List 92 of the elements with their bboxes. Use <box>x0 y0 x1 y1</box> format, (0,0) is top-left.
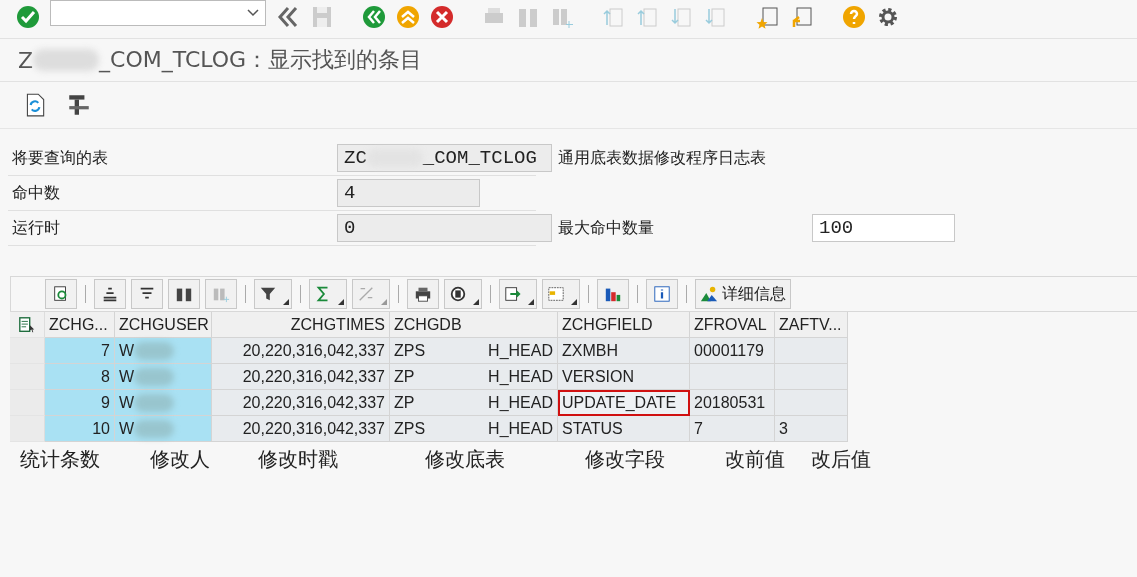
caret-icon <box>247 9 259 17</box>
tools-icon[interactable] <box>66 92 92 118</box>
views-button[interactable] <box>444 279 482 309</box>
column-header[interactable]: ZCHGFIELD <box>558 312 690 338</box>
shortcut-icon[interactable] <box>790 5 814 29</box>
dropdown-arrow-icon <box>283 299 289 305</box>
table-cell: W <box>115 338 212 364</box>
table-cell: 20180531 <box>690 390 775 416</box>
sum-button[interactable] <box>309 279 347 309</box>
column-header[interactable]: ZFROVAL <box>690 312 775 338</box>
select-all-icon[interactable] <box>18 315 36 334</box>
dropdown-arrow-icon <box>381 299 387 305</box>
table-cell: 00001179 <box>690 338 775 364</box>
table-cell: 10 <box>45 416 115 442</box>
filter-button[interactable] <box>254 279 292 309</box>
double-chevron-icon[interactable] <box>276 5 300 29</box>
details-button[interactable]: 详细信息 <box>695 279 791 309</box>
table-cell: VERSION <box>558 364 690 390</box>
find-button[interactable] <box>168 279 200 309</box>
annotation-text: 改后值 <box>811 446 871 473</box>
command-field[interactable] <box>50 0 266 26</box>
print-button[interactable] <box>407 279 439 309</box>
table-description: 通用底表数据修改程序日志表 <box>558 147 766 169</box>
printer-icon <box>414 285 432 303</box>
table-name-field[interactable]: ZC _COM_TCLOG <box>337 144 552 172</box>
export-icon <box>504 285 522 303</box>
annotation-text: 改前值 <box>725 446 785 473</box>
hit-count-field[interactable]: 4 <box>337 179 480 207</box>
up-icon[interactable] <box>396 5 420 29</box>
chart-button[interactable] <box>597 279 629 309</box>
table-cell: 3 <box>775 416 848 442</box>
find-next-button[interactable] <box>205 279 237 309</box>
table-cell: 9 <box>45 390 115 416</box>
subtotal-icon <box>357 285 375 303</box>
views-icon <box>449 285 467 303</box>
table-cell: W <box>115 390 212 416</box>
layout-button[interactable] <box>542 279 580 309</box>
table-cell: 7 <box>45 338 115 364</box>
column-header[interactable]: ZCHGDB <box>390 312 558 338</box>
dropdown-arrow-icon <box>528 299 534 305</box>
table-cell: 20,220,316,042,337 <box>212 338 390 364</box>
redaction-blur <box>33 49 100 71</box>
subtotal-button[interactable] <box>352 279 390 309</box>
table-cell: ZPS H_HEAD <box>390 338 558 364</box>
help-icon[interactable] <box>842 5 866 29</box>
column-header[interactable]: ZCHG... <box>45 312 115 338</box>
annotation-text: 修改时戳 <box>258 446 338 473</box>
table-cell: STATUS <box>558 416 690 442</box>
column-header[interactable]: ZCHGTIMES <box>212 312 390 338</box>
table-cell: ZP H_HEAD <box>390 390 558 416</box>
field-label: 命中数 <box>11 182 61 204</box>
annotation-text: 修改底表 <box>425 446 505 473</box>
cancel-icon[interactable] <box>430 5 454 29</box>
table-cell: ZXMBH <box>558 338 690 364</box>
table-cell: ZP H_HEAD <box>390 364 558 390</box>
annotation-text: 统计条数 <box>20 446 100 473</box>
table-cell: 20,220,316,042,337 <box>212 416 390 442</box>
field-label: 最大命中数量 <box>558 217 655 239</box>
max-hits-field[interactable]: 100 <box>812 214 955 242</box>
settings-icon[interactable] <box>876 5 900 29</box>
landscape-icon <box>700 285 718 303</box>
dropdown-arrow-icon <box>338 299 344 305</box>
table-cell: 8 <box>45 364 115 390</box>
dropdown-arrow-icon <box>473 299 479 305</box>
table-cell: ZPS H_HEAD <box>390 416 558 442</box>
annotation-text: 修改人 <box>150 446 210 473</box>
funnel-icon <box>259 285 277 303</box>
dropdown-arrow-icon <box>571 299 577 305</box>
info-button[interactable] <box>646 279 678 309</box>
check-icon[interactable] <box>16 5 40 29</box>
info-icon <box>653 285 671 303</box>
table-cell: UPDATE_DATE <box>558 390 690 416</box>
details-icon-button[interactable] <box>45 279 77 309</box>
field-label: 运行时 <box>11 217 61 239</box>
sort-ascending-button[interactable] <box>94 279 126 309</box>
layout-icon <box>547 285 565 303</box>
sort-descending-button[interactable] <box>131 279 163 309</box>
field-label: 将要查询的表 <box>11 147 109 169</box>
back-icon[interactable] <box>362 5 386 29</box>
annotation-text: 修改字段 <box>585 446 665 473</box>
export-button[interactable] <box>499 279 537 309</box>
column-header[interactable]: ZCHGUSER <box>115 312 212 338</box>
runtime-field[interactable]: 0 <box>337 214 552 242</box>
table-cell: 7 <box>690 416 775 442</box>
table-cell: W <box>115 364 212 390</box>
sort-ascending-icon <box>101 285 119 303</box>
table-cell: W <box>115 416 212 442</box>
table-cell: 20,220,316,042,337 <box>212 364 390 390</box>
table-cell: 20,220,316,042,337 <box>212 390 390 416</box>
column-header[interactable]: ZAFTV... <box>775 312 848 338</box>
new-session-icon[interactable] <box>756 5 780 29</box>
window-title: Z _COM_TCLOG：显示找到的条目 <box>18 46 423 75</box>
